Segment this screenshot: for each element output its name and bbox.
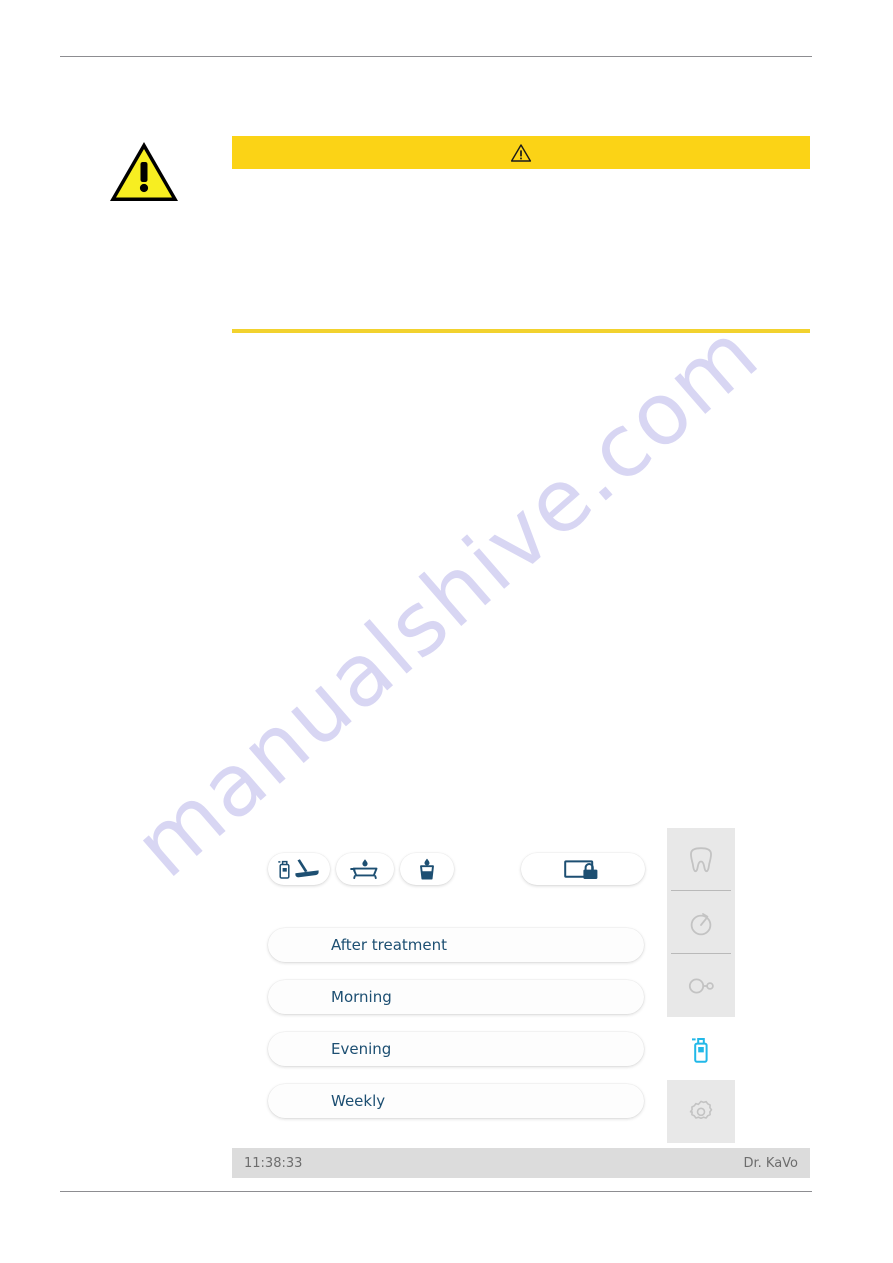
program-list: After treatment Morning Evening Weekly (268, 928, 644, 1136)
spray-chair-button[interactable] (268, 853, 330, 885)
program-button[interactable]: Weekly (268, 1084, 644, 1118)
warning-triangle-small-icon (510, 143, 532, 162)
rail-item-settings[interactable] (667, 1080, 735, 1143)
program-label: Evening (331, 1040, 392, 1058)
rail-item-endo[interactable] (667, 954, 735, 1017)
program-label: Weekly (331, 1092, 386, 1110)
screen-main-area: After treatment Morning Evening Weekly (232, 828, 735, 1148)
warning-block (0, 120, 893, 350)
warning-body-text (232, 180, 810, 320)
rail-item-hygiene[interactable] (667, 1017, 735, 1080)
status-time: 11:38:33 (244, 1155, 303, 1171)
cup-fill-icon (420, 858, 434, 880)
tooth-icon (690, 846, 712, 872)
rail-item-tooth[interactable] (667, 828, 735, 891)
spray-chair-icon (278, 859, 319, 879)
endo-infinity-icon (688, 977, 714, 994)
program-label: Morning (331, 988, 392, 1006)
screen-toolbar (268, 853, 721, 887)
watermark: manualshive.com (115, 303, 778, 897)
warning-banner (232, 136, 810, 169)
bowl-rinse-icon (350, 859, 378, 880)
status-user: Dr. KaVo (743, 1155, 798, 1171)
spray-bottle-icon (692, 1037, 708, 1063)
rail-item-timer[interactable] (667, 891, 735, 954)
cup-fill-button[interactable] (400, 853, 454, 885)
warning-triangle-icon (108, 140, 180, 204)
bowl-rinse-button[interactable] (336, 853, 394, 885)
page-footer-rule (60, 1191, 812, 1192)
screen-lock-button[interactable] (521, 853, 645, 885)
side-rail (667, 828, 735, 1143)
screen-lock-icon (564, 860, 598, 879)
warning-underline (232, 329, 810, 333)
page-header-rule (60, 56, 812, 57)
program-button[interactable]: Evening (268, 1032, 644, 1066)
stopwatch-icon (690, 912, 712, 935)
program-label: After treatment (331, 936, 448, 954)
program-button[interactable]: Morning (268, 980, 644, 1014)
status-bar: 11:38:33 Dr. KaVo (232, 1148, 810, 1178)
gear-icon (689, 1100, 713, 1119)
device-screen: After treatment Morning Evening Weekly 1… (232, 828, 810, 1178)
program-button[interactable]: After treatment (268, 928, 644, 962)
